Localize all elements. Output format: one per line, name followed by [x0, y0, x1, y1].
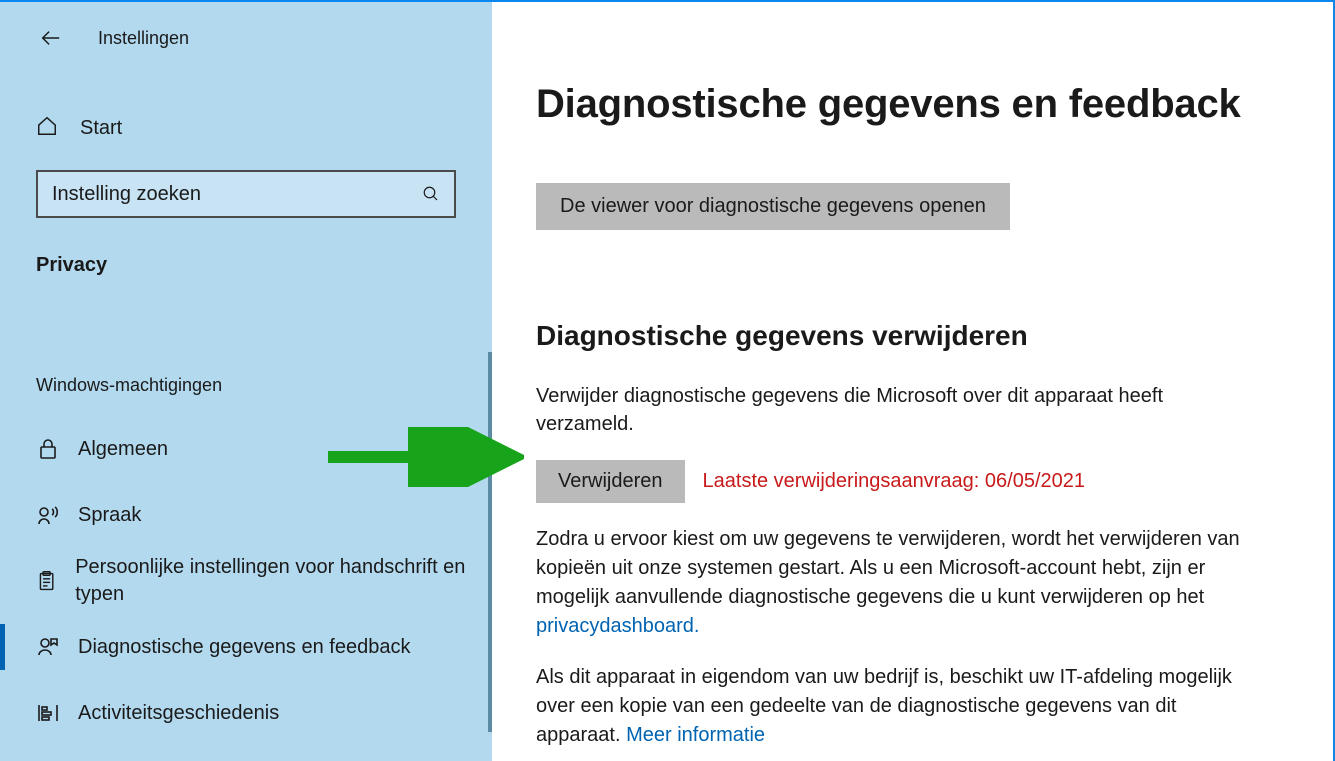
sidebar-item-label: Spraak — [78, 502, 141, 529]
sidebar-item-label: Diagnostische gegevens en feedback — [78, 634, 410, 661]
header: Instellingen — [0, 2, 492, 74]
delete-section-title: Diagnostische gegevens verwijderen — [536, 320, 1277, 352]
app-title: Instellingen — [98, 28, 189, 49]
sidebar-home-label: Start — [80, 117, 122, 140]
sidebar-nav: Algemeen Spraak Persoonlijke instellinge… — [0, 416, 492, 746]
paragraph-1: Zodra u ervoor kiest om uw gegevens te v… — [536, 525, 1256, 641]
sidebar-home[interactable]: Start — [0, 100, 492, 156]
main-content: Diagnostische gegevens en feedback De vi… — [492, 2, 1333, 761]
activity-icon — [36, 701, 60, 725]
search-icon — [422, 185, 440, 203]
sidebar-item-label: Activiteitsgeschiedenis — [78, 700, 279, 727]
delete-button[interactable]: Verwijderen — [536, 460, 685, 503]
more-info-link[interactable]: Meer informatie — [626, 724, 765, 746]
sidebar-subsection-label: Windows-machtigingen — [0, 375, 492, 396]
search-box[interactable] — [36, 170, 456, 218]
privacy-dashboard-link[interactable]: privacydashboard. — [536, 615, 699, 637]
arrow-left-icon — [39, 27, 61, 49]
sidebar-item-diagnostics[interactable]: Diagnostische gegevens en feedback — [0, 614, 492, 680]
sidebar-item-label: Persoonlijke instellingen voor handschri… — [75, 554, 468, 608]
page-title: Diagnostische gegevens en feedback — [536, 82, 1277, 127]
sidebar-item-speech[interactable]: Spraak — [0, 482, 492, 548]
paragraph-2: Als dit apparaat in eigendom van uw bedr… — [536, 663, 1256, 750]
speech-icon — [36, 503, 60, 527]
search-input[interactable] — [52, 183, 422, 206]
delete-status: Laatste verwijderingsaanvraag: 06/05/202… — [703, 470, 1085, 493]
open-viewer-button[interactable]: De viewer voor diagnostische gegevens op… — [536, 183, 1010, 230]
clipboard-icon — [36, 570, 57, 591]
lock-icon — [36, 437, 60, 461]
sidebar-item-inking[interactable]: Persoonlijke instellingen voor handschri… — [0, 548, 492, 614]
feedback-icon — [36, 635, 60, 659]
paragraph-1-text: Zodra u ervoor kiest om uw gegevens te v… — [536, 528, 1240, 608]
sidebar-item-general[interactable]: Algemeen — [0, 416, 492, 482]
sidebar: Instellingen Start Privacy Windows-macht… — [0, 2, 492, 761]
settings-window: Instellingen Start Privacy Windows-macht… — [0, 0, 1335, 761]
search-wrap — [0, 170, 492, 218]
sidebar-item-activity[interactable]: Activiteitsgeschiedenis — [0, 680, 492, 746]
home-icon — [36, 115, 58, 142]
back-button[interactable] — [36, 24, 64, 52]
delete-row: Verwijderen Laatste verwijderingsaanvraa… — [536, 460, 1277, 503]
sidebar-item-label: Algemeen — [78, 436, 168, 463]
delete-description: Verwijder diagnostische gegevens die Mic… — [536, 382, 1256, 438]
sidebar-section-label: Privacy — [0, 254, 492, 277]
